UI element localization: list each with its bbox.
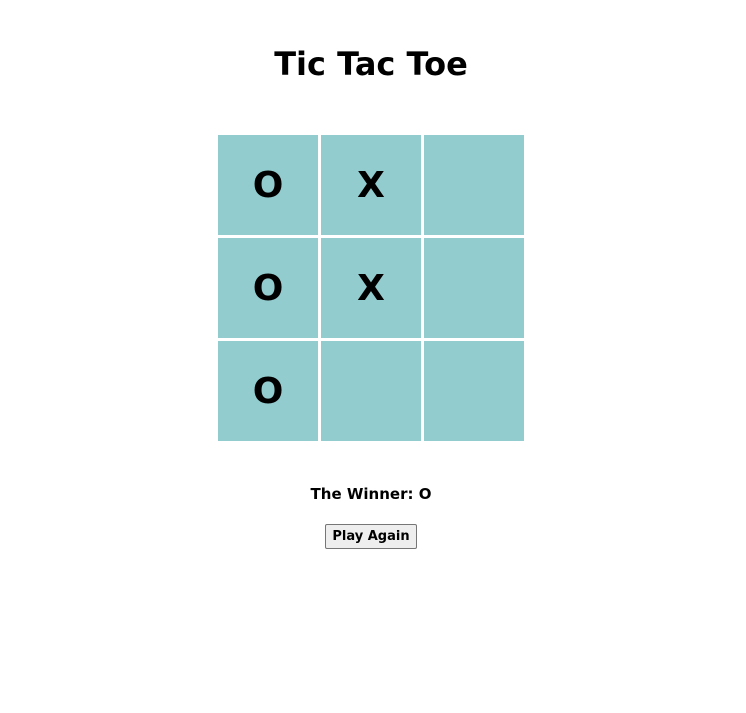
board-cell-1-2[interactable] [424, 238, 524, 338]
board-cell-0-0[interactable]: O [218, 135, 318, 235]
play-again-button[interactable]: Play Again [325, 524, 417, 549]
game-title: Tic Tac Toe [274, 45, 468, 83]
board-cell-0-2[interactable] [424, 135, 524, 235]
board-cell-1-0[interactable]: O [218, 238, 318, 338]
game-board: O X O X O [218, 135, 524, 441]
board-cell-2-0[interactable]: O [218, 341, 318, 441]
board-cell-2-2[interactable] [424, 341, 524, 441]
winner-status: The Winner: O [310, 485, 432, 503]
board-cell-2-1[interactable] [321, 341, 421, 441]
board-cell-1-1[interactable]: X [321, 238, 421, 338]
board-cell-0-1[interactable]: X [321, 135, 421, 235]
play-again-container: Play Again [0, 524, 742, 549]
